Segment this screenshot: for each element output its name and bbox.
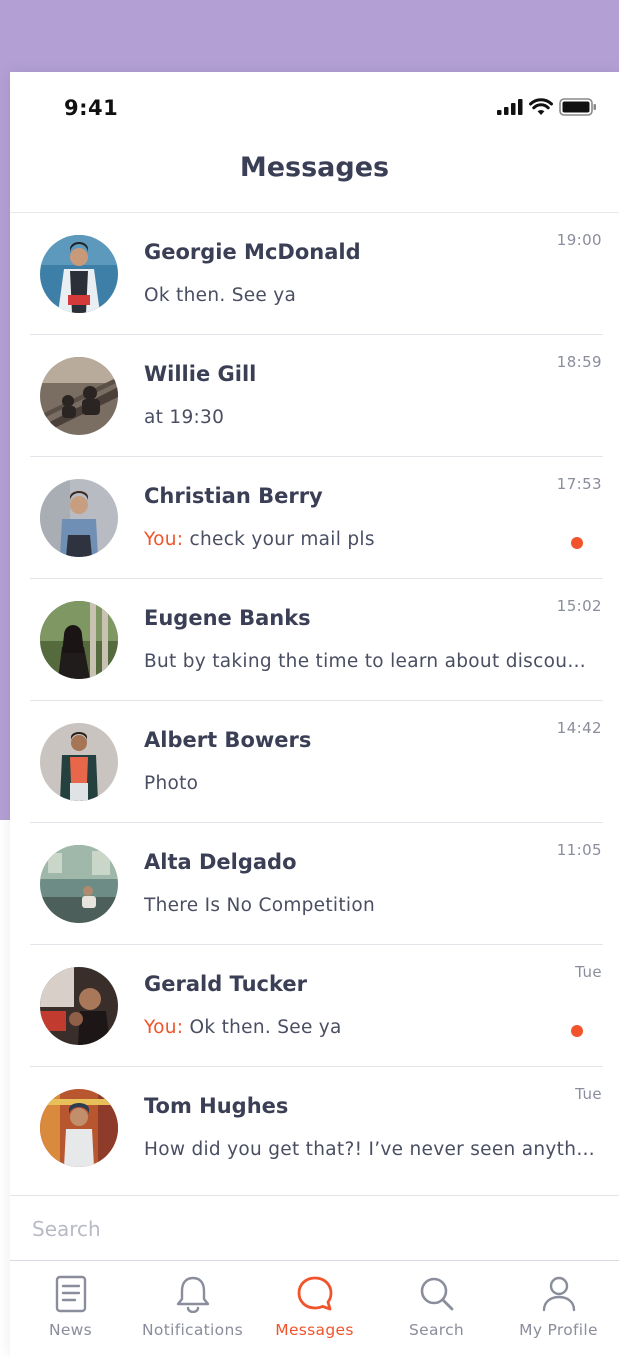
message-text: How did you get that?! I’ve never seen a… [144, 1139, 599, 1160]
message-text: Photo [144, 773, 199, 794]
wifi-icon [529, 98, 553, 120]
tab-bar: News Notifications Messages Search My Pr… [10, 1260, 619, 1357]
tab-my-profile[interactable]: My Profile [498, 1261, 619, 1356]
conversation-row[interactable]: Eugene Banks But by taking the time to l… [10, 579, 619, 701]
avatar [40, 601, 118, 679]
message-preview: Photo [144, 773, 599, 794]
bell-icon [175, 1275, 211, 1315]
you-prefix: You: [144, 1017, 184, 1038]
search-input[interactable] [30, 1205, 594, 1252]
conversation-row[interactable]: Albert Bowers Photo 14:42 [10, 701, 619, 823]
message-text: check your mail pls [189, 529, 375, 550]
conversation-row[interactable]: Tom Hughes How did you get that?! I’ve n… [10, 1067, 619, 1189]
tab-label: Messages [275, 1321, 354, 1339]
phone-screen: 9:41 Messages Georgie McDonald Ok then. … [10, 72, 619, 1357]
page-title: Messages [239, 152, 390, 183]
conversation-list: Georgie McDonald Ok then. See ya 19:00 W… [10, 213, 619, 1189]
message-preview: You: Ok then. See ya [144, 1017, 599, 1038]
user-icon [541, 1275, 577, 1315]
message-preview: There Is No Competition [144, 895, 599, 916]
document-icon [55, 1275, 87, 1315]
cellular-signal-icon [497, 99, 523, 119]
message-time: Tue [575, 963, 602, 981]
message-time: Tue [575, 1085, 602, 1103]
message-preview: at 19:30 [144, 407, 599, 428]
conversation-row[interactable]: Gerald Tucker You: Ok then. See ya Tue [10, 945, 619, 1067]
unread-indicator [571, 537, 583, 549]
tab-label: Search [408, 1321, 465, 1339]
status-time: 9:41 [64, 96, 119, 120]
message-text: Ok then. See ya [144, 285, 297, 306]
message-time: 17:53 [556, 475, 602, 493]
message-time: 15:02 [556, 597, 602, 615]
avatar [40, 357, 118, 435]
avatar [40, 723, 118, 801]
avatar [40, 967, 118, 1045]
conversation-row[interactable]: Georgie McDonald Ok then. See ya 19:00 [10, 213, 619, 335]
avatar [40, 479, 118, 557]
conversation-row[interactable]: Alta Delgado There Is No Competition 11:… [10, 823, 619, 945]
status-bar: 9:41 [10, 72, 619, 142]
tab-label: News [48, 1321, 93, 1339]
tab-label: Notifications [142, 1321, 243, 1339]
contact-name: Albert Bowers [144, 728, 312, 752]
unread-indicator [571, 1025, 583, 1037]
contact-name: Willie Gill [144, 362, 257, 386]
message-text: There Is No Competition [144, 895, 375, 916]
contact-name: Tom Hughes [144, 1094, 289, 1118]
avatar [40, 845, 118, 923]
avatar [40, 1089, 118, 1167]
avatar [40, 235, 118, 313]
contact-name: Alta Delgado [144, 850, 297, 874]
contact-name: Christian Berry [144, 484, 323, 508]
message-preview: But by taking the time to learn about di… [144, 651, 599, 672]
chat-bubble-icon [296, 1275, 334, 1315]
status-icons [497, 98, 597, 120]
battery-icon [559, 98, 597, 120]
message-preview: You: check your mail pls [144, 529, 599, 550]
search-icon [419, 1275, 455, 1315]
search-bar [10, 1195, 619, 1260]
tab-notifications[interactable]: Notifications [132, 1261, 253, 1356]
message-text: But by taking the time to learn about di… [144, 651, 587, 672]
message-text: at 19:30 [144, 407, 225, 428]
message-time: 11:05 [556, 841, 602, 859]
message-preview: How did you get that?! I’ve never seen a… [144, 1139, 599, 1160]
contact-name: Georgie McDonald [144, 240, 361, 264]
tab-messages[interactable]: Messages [254, 1261, 375, 1356]
conversation-row[interactable]: Willie Gill at 19:30 18:59 [10, 335, 619, 457]
message-text: Ok then. See ya [189, 1017, 342, 1038]
contact-name: Gerald Tucker [144, 972, 307, 996]
you-prefix: You: [144, 529, 184, 550]
tab-label: My Profile [519, 1321, 598, 1339]
tab-search[interactable]: Search [376, 1261, 497, 1356]
message-time: 19:00 [556, 231, 602, 249]
search-divider [10, 1195, 619, 1196]
message-time: 18:59 [556, 353, 602, 371]
message-time: 14:42 [556, 719, 602, 737]
conversation-row[interactable]: Christian Berry You: check your mail pls… [10, 457, 619, 579]
contact-name: Eugene Banks [144, 606, 311, 630]
message-preview: Ok then. See ya [144, 285, 599, 306]
tab-news[interactable]: News [10, 1261, 131, 1356]
